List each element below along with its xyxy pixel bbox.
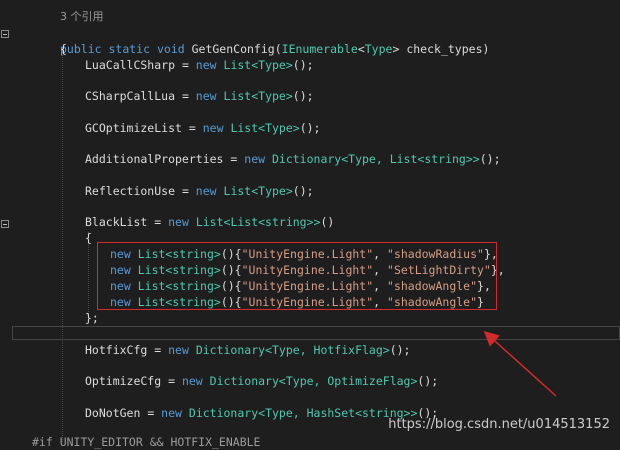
annotation-arrow-icon	[483, 330, 557, 397]
watermark: https://blog.csdn.net/u014513152	[388, 417, 610, 432]
